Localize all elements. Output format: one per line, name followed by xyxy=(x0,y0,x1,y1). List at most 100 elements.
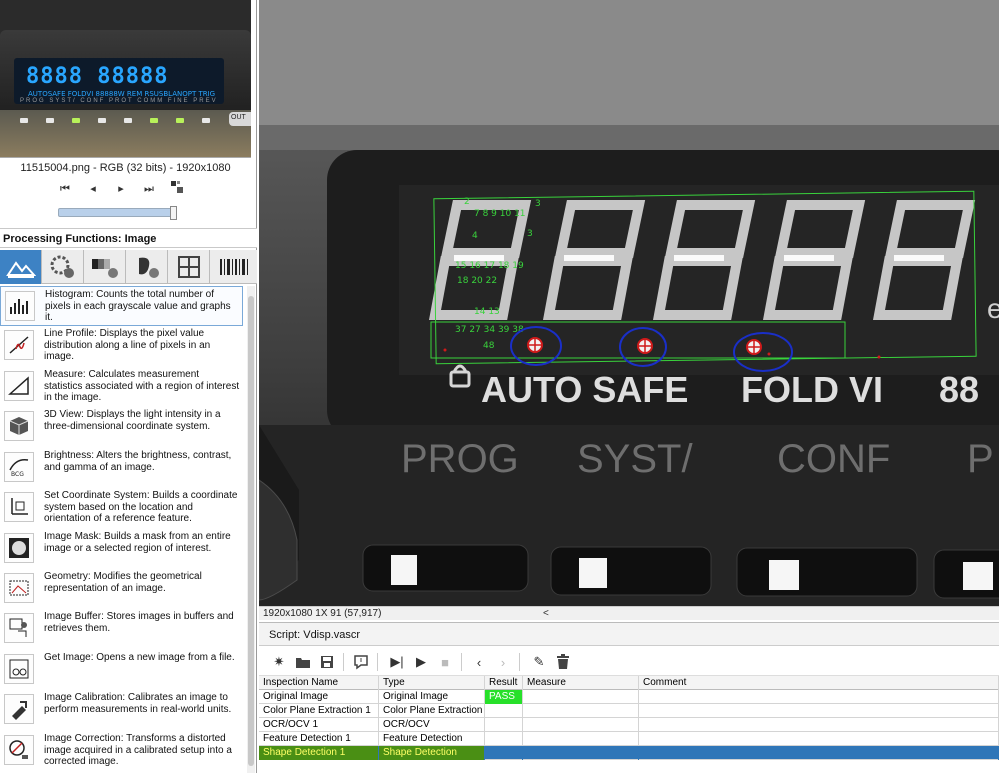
grayscale-tab[interactable] xyxy=(84,250,126,284)
machine-vision-tab-icon xyxy=(177,256,200,278)
function-item[interactable]: Histogram: Counts the total number of pi… xyxy=(0,286,243,326)
processing-tabs xyxy=(0,250,257,284)
brightness-icon: BCG xyxy=(4,452,34,482)
run-once-icon[interactable]: ▶| xyxy=(387,652,407,672)
column-header[interactable]: Comment xyxy=(639,676,999,690)
svg-text:3: 3 xyxy=(535,199,541,209)
function-item[interactable]: Geometry: Modifies the geometrical repre… xyxy=(0,569,243,609)
table-row-selected[interactable]: Shape Detection 1 Shape Detection xyxy=(259,746,999,760)
scroll-left-arrow[interactable]: < xyxy=(543,607,549,620)
frame-grid-icon[interactable] xyxy=(168,180,186,198)
image-calibration-icon xyxy=(4,694,34,724)
machine-vision-tab[interactable] xyxy=(168,250,210,284)
play-icon[interactable]: ▸ xyxy=(112,180,130,198)
column-header[interactable]: Result xyxy=(485,676,523,690)
scrollbar-thumb[interactable] xyxy=(248,296,254,766)
thumbnail-led xyxy=(176,118,184,123)
toolbar-separator xyxy=(461,653,462,671)
processing-functions-header: Processing Functions: Image xyxy=(0,228,257,248)
move-left-icon[interactable]: ‹ xyxy=(469,652,489,672)
small-letter-label: e xyxy=(987,293,999,324)
slider-handle[interactable] xyxy=(170,206,177,220)
grayscale-tab-icon xyxy=(91,259,118,278)
function-item[interactable]: Image Mask: Builds a mask from an entire… xyxy=(0,529,243,569)
p-label: P xyxy=(967,437,994,481)
image-status-bar: 1920x1080 1X 91 (57,917) < xyxy=(259,606,999,620)
function-item[interactable]: Image Buffer: Stores images in buffers a… xyxy=(0,609,243,649)
result-cell xyxy=(485,746,523,760)
function-item[interactable]: Measure: Calculates measurement statisti… xyxy=(0,367,243,407)
delete-icon[interactable] xyxy=(553,652,573,672)
type-cell: Shape Detection xyxy=(379,746,485,760)
function-item[interactable]: BCG Brightness: Alters the brightness, co… xyxy=(0,448,243,488)
svg-text:48: 48 xyxy=(483,341,495,351)
prev-frame-icon[interactable]: ◂ xyxy=(84,180,102,198)
toolbar-separator xyxy=(519,653,520,671)
function-description: Get Image: Opens a new image from a file… xyxy=(44,652,235,663)
first-frame-icon[interactable]: ⏮ xyxy=(56,180,74,198)
inspection-table: Inspection Name Type Result Measure Comm… xyxy=(259,676,999,773)
result-pass-badge: PASS xyxy=(485,690,523,704)
binary-tab[interactable] xyxy=(126,250,168,284)
image-tab-icon xyxy=(5,261,36,278)
function-description: Measure: Calculates measurement statisti… xyxy=(44,369,240,404)
image-viewer[interactable]: 27 8 9 10 11 3 43 15 16 17 18 19 18 20 22 … xyxy=(259,0,999,606)
image-thumbnail[interactable]: 8888 88888 AUTOSAFE FOLDVI 88888W REM RS… xyxy=(0,0,251,158)
identification-tab[interactable] xyxy=(210,250,257,284)
coordinate-system-icon xyxy=(4,492,34,522)
thumbnail-led xyxy=(46,118,54,123)
column-header[interactable]: Type xyxy=(379,676,485,690)
front-digits-label: 88 xyxy=(939,369,979,410)
function-item[interactable]: Get Image: Opens a new image from a file… xyxy=(0,650,243,690)
frame-slider[interactable] xyxy=(58,206,177,220)
function-item[interactable]: Set Coordinate System: Builds a coordina… xyxy=(0,488,243,528)
function-description: Line Profile: Displays the pixel value d… xyxy=(44,328,211,363)
image-tab[interactable] xyxy=(0,250,42,284)
table-header: Inspection Name Type Result Measure Comm… xyxy=(259,676,999,690)
function-description: Image Buffer: Stores images in buffers a… xyxy=(44,611,234,634)
inspection-name-cell: Shape Detection 1 xyxy=(259,746,379,760)
table-row[interactable]: Feature Detection 1 Feature Detection xyxy=(259,732,999,746)
open-folder-icon[interactable] xyxy=(293,652,313,672)
table-row[interactable]: OCR/OCV 1 OCR/OCV xyxy=(259,718,999,732)
svg-text:3: 3 xyxy=(527,229,533,239)
comment-icon[interactable] xyxy=(351,652,371,672)
move-right-icon[interactable]: › xyxy=(493,652,513,672)
inspection-name-cell: Original Image xyxy=(259,690,379,704)
last-frame-icon[interactable]: ⏭ xyxy=(140,180,158,198)
result-cell xyxy=(485,704,523,718)
save-icon[interactable] xyxy=(317,652,337,672)
new-step-icon[interactable]: ✷ xyxy=(269,652,289,672)
function-item[interactable]: 3D View: Displays the light intensity in… xyxy=(0,407,243,447)
comment-cell xyxy=(639,718,999,732)
column-header[interactable]: Measure xyxy=(523,676,639,690)
stop-icon[interactable]: ■ xyxy=(435,652,455,672)
edit-icon[interactable]: ✎ xyxy=(529,652,549,672)
function-item[interactable]: Image Calibration: Calibrates an image t… xyxy=(0,690,243,730)
svg-text:BCG: BCG xyxy=(11,471,24,478)
color-tab[interactable] xyxy=(42,250,84,284)
function-item[interactable]: Line Profile: Displays the pixel value d… xyxy=(0,326,243,366)
thumbnail-led xyxy=(202,118,210,123)
toolbar-separator xyxy=(343,653,344,671)
script-toolbar: ✷ ▶| ▶ ■ ‹ › ✎ xyxy=(259,648,999,676)
svg-text:14 13: 14 13 xyxy=(474,307,500,317)
function-description: Geometry: Modifies the geometrical repre… xyxy=(44,571,202,594)
table-row[interactable]: Original Image Original Image PASS xyxy=(259,690,999,704)
table-row[interactable]: Color Plane Extraction 1 Color Plane Ext… xyxy=(259,704,999,718)
image-mask-icon xyxy=(4,533,34,563)
comment-cell xyxy=(639,704,999,718)
thumbnail-led xyxy=(98,118,106,123)
function-list-scrollbar[interactable] xyxy=(247,286,255,773)
comment-cell xyxy=(639,690,999,704)
column-header[interactable]: Inspection Name xyxy=(259,676,379,690)
inspection-name-cell: Feature Detection 1 xyxy=(259,732,379,746)
function-description: Brightness: Alters the brightness, contr… xyxy=(44,450,232,473)
measure-cell xyxy=(523,704,639,718)
comment-cell xyxy=(639,746,999,760)
function-description: Image Correction: Transforms a distorted… xyxy=(44,733,232,768)
function-item[interactable]: Image Correction: Transforms a distorted… xyxy=(0,731,243,771)
run-icon[interactable]: ▶ xyxy=(411,652,431,672)
measure-cell xyxy=(523,746,639,760)
binary-tab-icon xyxy=(138,257,159,278)
